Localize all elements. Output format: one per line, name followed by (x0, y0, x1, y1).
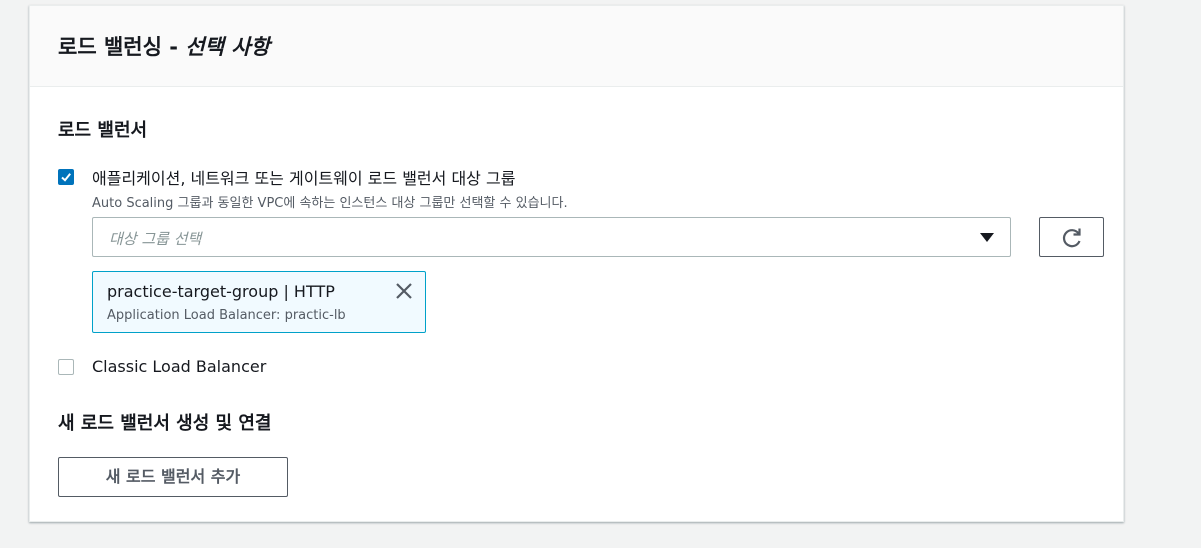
target-group-select-placeholder: 대상 그룹 선택 (109, 230, 202, 248)
add-new-load-balancer-button[interactable]: 새 로드 밸런서 추가 (58, 457, 288, 497)
caret-down-icon (980, 233, 994, 242)
refresh-icon (1062, 228, 1081, 248)
panel-title: 로드 밸런싱 - 선택 사항 (58, 31, 270, 61)
token-title: practice-target-group | HTTP (107, 282, 335, 301)
new-load-balancer-section-label: 새 로드 밸런서 생성 및 연결 (58, 413, 272, 434)
panel-title-main: 로드 밸런싱 - (58, 35, 186, 59)
refresh-button[interactable] (1039, 217, 1104, 257)
panel-title-optional: 선택 사항 (185, 35, 270, 59)
alb-checkbox-label[interactable]: 애플리케이션, 네트워크 또는 게이트웨이 로드 밸런서 대상 그룹 (92, 165, 515, 189)
load-balancer-section-label: 로드 밸런서 (58, 120, 148, 141)
checkmark-icon (61, 173, 71, 182)
load-balancing-panel: 로드 밸런싱 - 선택 사항 로드 밸런서 애플리케이션, 네트워크 또는 게이… (29, 5, 1124, 522)
alb-checkbox[interactable] (58, 169, 74, 185)
selected-target-group-token: practice-target-group | HTTP Application… (92, 271, 426, 333)
close-icon[interactable] (395, 282, 413, 300)
classic-lb-checkbox[interactable] (58, 359, 74, 375)
token-description: Application Load Balancer: practic-lb (107, 308, 346, 323)
target-group-select[interactable]: 대상 그룹 선택 (92, 217, 1011, 257)
alb-checkbox-description: Auto Scaling 그룹과 동일한 VPC에 속하는 인스턴스 대상 그룹… (92, 196, 568, 211)
classic-lb-checkbox-label[interactable]: Classic Load Balancer (92, 357, 266, 376)
panel-header: 로드 밸런싱 - 선택 사항 (30, 6, 1123, 87)
